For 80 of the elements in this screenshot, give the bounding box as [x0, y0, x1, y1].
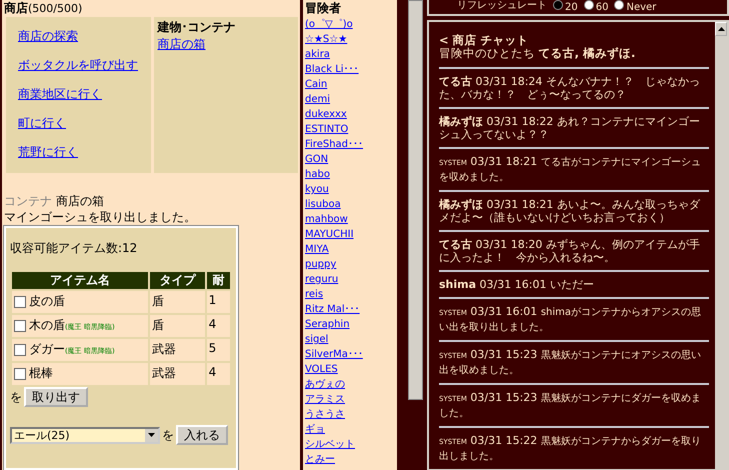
durability-cell: 5	[206, 339, 230, 362]
adventurer-link[interactable]: Ritz Mal･･･	[305, 304, 360, 315]
adventurer-link[interactable]: ギョ	[305, 424, 325, 435]
radio-button[interactable]	[553, 0, 563, 10]
building-link[interactable]: 商店の箱	[158, 37, 206, 51]
item-select[interactable]: エール(25)	[10, 426, 160, 444]
action-link[interactable]: 町に行く	[18, 115, 66, 132]
column-header: アイテム名	[12, 272, 148, 290]
chat-message: 橘みずほ 03/31 18:22 あれ？コンテナにマインゴーシュ入ってないよ？？	[439, 107, 709, 147]
radio-button[interactable]	[614, 0, 624, 10]
put-in-button[interactable]: 入れる	[176, 425, 228, 446]
adventurer-link[interactable]: MAYUCHII	[305, 229, 354, 240]
chat-title: < 商店 チャット	[439, 33, 529, 47]
adventurer-link[interactable]: GON	[305, 154, 328, 165]
adventurer-link[interactable]: reguru	[305, 274, 338, 285]
action-link[interactable]: 商業地区に行く	[18, 86, 102, 103]
adventurer-link[interactable]: (o゜▽゜)o	[305, 19, 353, 30]
adventurer-link[interactable]: MIYA	[305, 244, 329, 255]
type-cell: 盾	[150, 315, 205, 338]
capacity-text: 収容可能アイテム数:12	[10, 240, 138, 256]
adventurer-link[interactable]: ☆★S☆★	[305, 34, 348, 45]
chat-message: てる古 03/31 18:20 みずちゃん、例のアイテムが手に入ったよ！ 今から入れるね〜。	[439, 230, 709, 270]
item-cell: 棍棒	[12, 363, 148, 386]
particle-text: を	[162, 426, 174, 444]
adventurer-link[interactable]: habo	[305, 169, 330, 180]
adventurer-link[interactable]: SilverMa･･･	[305, 349, 363, 360]
radio-label: 60	[596, 2, 608, 13]
radio-button[interactable]	[584, 0, 594, 10]
status-message: マインゴーシュを取り出しました。	[4, 209, 197, 226]
scroll-up-button[interactable]	[715, 22, 727, 36]
adventurer-link[interactable]: kyou	[305, 184, 329, 195]
adventurer-link[interactable]: VOLES	[305, 364, 338, 375]
refresh-label: リフレッシュレート	[457, 0, 547, 12]
members-text: 冒険中のひとたち てる古, 橘みずほ.	[439, 47, 636, 60]
action-link[interactable]: 荒野に行く	[18, 144, 78, 161]
take-out-button[interactable]: 取り出す	[24, 387, 88, 408]
adventurer-link[interactable]: dukexxx	[305, 109, 347, 120]
adventurer-link[interactable]: Cain	[305, 79, 328, 90]
container-name: コンテナ 商店の箱	[4, 193, 105, 210]
durability-cell: 4	[206, 315, 230, 338]
adventurer-link[interactable]: あヴぇの	[305, 379, 345, 390]
adventurer-link[interactable]: FireShad･･･	[305, 139, 364, 150]
up-arrow-icon	[718, 27, 724, 31]
type-cell: 武器	[150, 339, 205, 362]
column-header: 耐	[206, 272, 230, 290]
buildings-heading: 建物･コンテナ	[158, 19, 236, 36]
adventurer-link[interactable]: mahbow	[305, 214, 348, 225]
action-link[interactable]: ボッタクルを呼び出す	[18, 57, 138, 74]
adventurer-link[interactable]: アラミス	[305, 394, 345, 405]
durability-cell: 4	[206, 363, 230, 386]
radio-label: Never	[626, 2, 656, 13]
chat-message: てる古 03/31 18:24 そんなバナナ！？ じゃなかった、バカな！？ どぅ〜なってるの？	[439, 67, 709, 107]
checkbox[interactable]	[14, 296, 26, 308]
adventurer-link[interactable]: とみー	[305, 454, 335, 465]
adventurer-link[interactable]: demi	[305, 94, 330, 105]
action-link[interactable]: 商店の探索	[18, 28, 78, 45]
type-cell: 武器	[150, 363, 205, 386]
durability-cell: 1	[206, 291, 230, 314]
adventurer-link[interactable]: ESTINTO	[305, 124, 348, 135]
type-cell: 盾	[150, 291, 205, 314]
adventurer-link[interactable]: うさうさ	[305, 409, 345, 420]
adventurer-link[interactable]: lisuboa	[305, 199, 341, 210]
chat-message: shima 03/31 16:01 いただー	[439, 270, 709, 297]
adventurer-link[interactable]: sigel	[305, 334, 328, 345]
adventurer-link[interactable]: シルベット	[305, 439, 355, 450]
column-header: タイプ	[150, 272, 205, 290]
adventurer-link[interactable]: reis	[305, 289, 324, 300]
checkbox[interactable]	[14, 320, 26, 332]
adventurer-link[interactable]: Black Li･･･	[305, 64, 359, 75]
checkbox[interactable]	[14, 368, 26, 380]
adventurers-heading: 冒険者	[305, 0, 342, 17]
particle-text: を	[10, 388, 22, 406]
shop-title: 商店(500/500)	[4, 0, 84, 17]
radio-label: 20	[565, 2, 578, 13]
chat-message: 橘みずほ 03/31 18:21 あいよ〜。みんな取っちゃダメだよ〜（誰もいないけどいちお言っておく）	[439, 190, 709, 230]
item-cell: 皮の盾	[12, 291, 148, 314]
adventurer-link[interactable]: puppy	[305, 259, 336, 270]
adventurer-link[interactable]: Seraphin	[305, 319, 350, 330]
checkbox[interactable]	[14, 344, 26, 356]
adventurer-link[interactable]: akira	[305, 49, 330, 60]
